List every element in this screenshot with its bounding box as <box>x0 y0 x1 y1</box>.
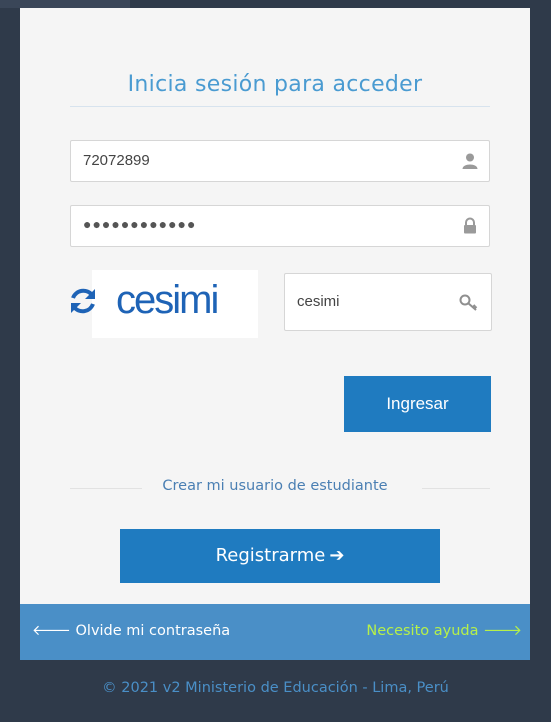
captcha-text: cesimi <box>116 278 219 322</box>
captcha-image: cesimi <box>71 270 258 338</box>
captcha-input-value: cesimi <box>297 293 340 310</box>
help-bar: 🡐 Olvide mi contraseña Necesito ayuda 🡒 <box>20 604 530 660</box>
forgot-password-label: Olvide mi contraseña <box>75 623 231 639</box>
forgot-password-link[interactable]: 🡐 Olvide mi contraseña <box>32 622 230 639</box>
login-title: Inicia sesión para acceder <box>127 72 423 97</box>
password-field[interactable]: ●●●●●●●●●●●● <box>70 205 490 247</box>
lock-icon <box>464 217 476 234</box>
register-button[interactable]: Registrarme ➔ <box>120 529 440 583</box>
title-underline <box>70 106 490 107</box>
footer-copyright: © 2021 v2 Ministerio de Educación - Lima… <box>102 680 449 696</box>
need-help-label: Necesito ayuda <box>366 623 479 639</box>
username-value: 72072899 <box>83 152 150 169</box>
arrow-right-icon: 🡒 <box>483 623 522 639</box>
captcha-input[interactable]: cesimi <box>284 273 492 331</box>
register-label: Registrarme <box>215 545 326 566</box>
refresh-icon[interactable] <box>68 286 98 316</box>
arrow-right-icon: ➔ <box>329 545 345 566</box>
user-icon <box>462 153 478 169</box>
login-panel: Inicia sesión para acceder 72072899 ●●●●… <box>20 8 530 604</box>
need-help-link[interactable]: Necesito ayuda 🡒 <box>366 622 522 639</box>
arrow-left-icon: 🡐 <box>32 623 71 639</box>
username-field[interactable]: 72072899 <box>70 140 490 182</box>
top-dark-strip <box>0 0 130 8</box>
create-student-user-link[interactable]: Crear mi usuario de estudiante <box>20 478 530 494</box>
divider-right <box>422 488 490 489</box>
login-button[interactable]: Ingresar <box>344 376 491 432</box>
password-value: ●●●●●●●●●●●● <box>83 216 197 232</box>
key-icon <box>459 294 478 311</box>
